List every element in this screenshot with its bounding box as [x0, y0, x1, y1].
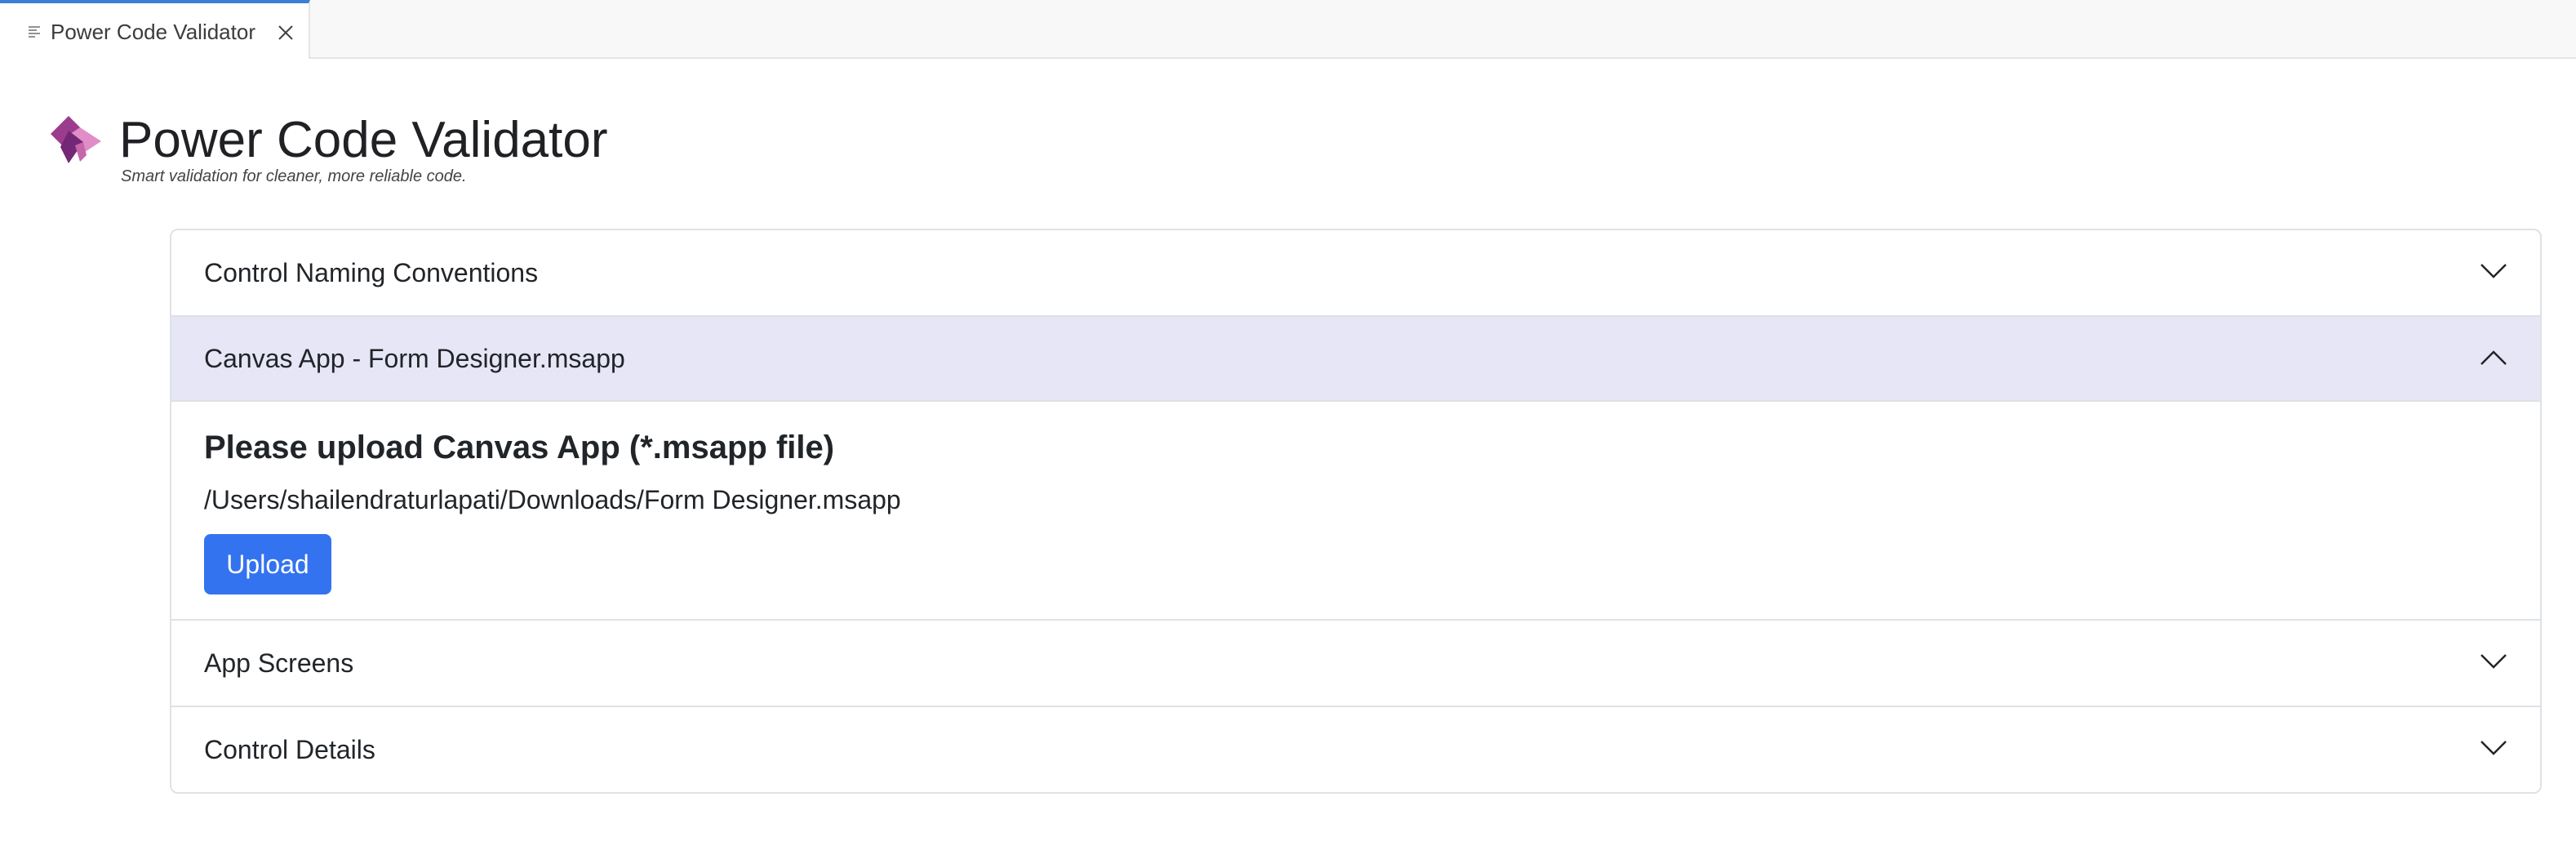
accordion-item-canvas-app: Canvas App - Form Designer.msapp Please …	[171, 317, 2540, 621]
editor-tab-bar: Power Code Validator	[0, 0, 2576, 59]
chevron-down-icon	[2481, 654, 2507, 669]
accordion-header-control-details[interactable]: Control Details	[171, 707, 2540, 792]
accordion-header-label: Control Details	[204, 734, 375, 764]
page-subtitle: Smart validation for cleaner, more relia…	[121, 167, 467, 185]
accordion-header-label: Control Naming Conventions	[204, 257, 539, 287]
upload-heading: Please upload Canvas App (*.msapp file)	[204, 430, 835, 465]
accordion-header-app-screens[interactable]: App Screens	[171, 621, 2540, 706]
validator-accordion: Control Naming Conventions Canvas App - …	[170, 229, 2542, 794]
tab-label: Power Code Validator	[51, 20, 255, 44]
chevron-up-icon	[2481, 350, 2507, 365]
accordion-body-canvas-app: Please upload Canvas App (*.msapp file) …	[171, 402, 2540, 619]
accordion-item-control-details: Control Details	[171, 707, 2540, 792]
accordion-header-naming-conventions[interactable]: Control Naming Conventions	[171, 230, 2540, 315]
power-apps-logo-icon	[51, 116, 101, 163]
close-icon[interactable]	[276, 23, 295, 42]
chevron-down-icon	[2481, 741, 2507, 755]
chevron-down-icon	[2481, 264, 2507, 278]
selected-file-path: /Users/shailendraturlapati/Downloads/For…	[204, 485, 901, 514]
page-header: Power Code Validator Smart validation fo…	[51, 111, 704, 193]
upload-button[interactable]: Upload	[204, 534, 331, 594]
accordion-header-label: Canvas App - Form Designer.msapp	[204, 343, 625, 373]
accordion-item-app-screens: App Screens	[171, 621, 2540, 707]
page-title: Power Code Validator	[119, 112, 608, 168]
accordion-header-canvas-app[interactable]: Canvas App - Form Designer.msapp	[171, 317, 2540, 402]
document-lines-icon	[29, 26, 40, 38]
tab-power-code-validator[interactable]: Power Code Validator	[0, 0, 310, 59]
accordion-item-naming-conventions: Control Naming Conventions	[171, 230, 2540, 317]
accordion-header-label: App Screens	[204, 648, 354, 678]
